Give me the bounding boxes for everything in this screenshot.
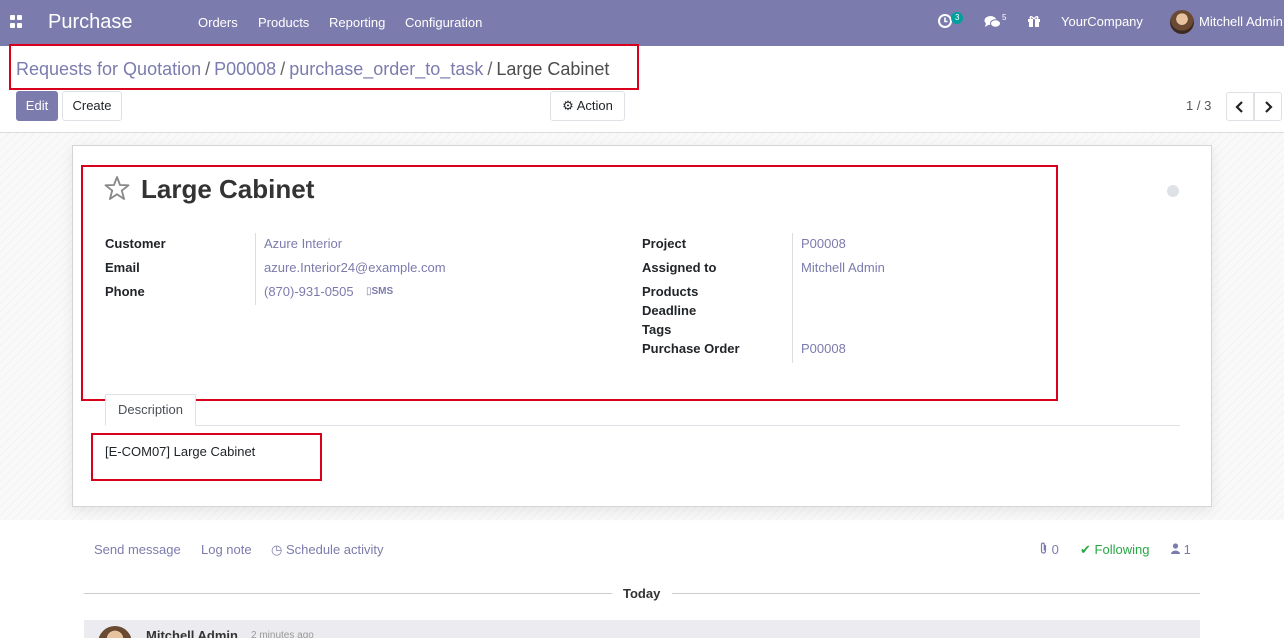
edit-button[interactable]: Edit xyxy=(16,91,58,121)
messages-icon[interactable] xyxy=(984,15,1001,29)
today-divider-right xyxy=(672,593,1200,594)
menu-orders[interactable]: Orders xyxy=(198,15,238,30)
pager-value[interactable]: 1 / 3 xyxy=(1186,98,1211,113)
log-note-button[interactable]: Log note xyxy=(201,542,252,557)
following-button[interactable]: ✔ Following xyxy=(1080,542,1149,558)
company-switcher[interactable]: YourCompany xyxy=(1061,14,1143,29)
highlight-breadcrumb-box xyxy=(9,44,639,90)
menu-products[interactable]: Products xyxy=(258,15,309,30)
pager-next-button[interactable] xyxy=(1254,92,1282,121)
tab-underline xyxy=(105,425,1180,426)
followers-count: 1 xyxy=(1183,542,1191,557)
kanban-state-dot[interactable] xyxy=(1167,185,1179,197)
highlight-description-box xyxy=(91,433,322,481)
check-icon: ✔ xyxy=(1080,542,1091,557)
menu-reporting[interactable]: Reporting xyxy=(329,15,385,30)
user-icon xyxy=(1171,543,1180,554)
user-menu[interactable]: Mitchell Admin xyxy=(1199,14,1283,29)
paperclip-icon xyxy=(1040,542,1047,554)
chevron-right-icon xyxy=(1265,100,1273,113)
pager-previous-button[interactable] xyxy=(1226,92,1254,121)
activity-clock-icon[interactable] xyxy=(938,14,952,28)
message-author[interactable]: Mitchell Admin xyxy=(146,628,238,638)
attachments-count: 0 xyxy=(1051,542,1059,557)
action-button[interactable]: ⚙ Action xyxy=(550,91,625,121)
schedule-activity-button[interactable]: ◷ Schedule activity xyxy=(271,542,384,558)
today-separator: Today xyxy=(623,586,661,601)
tab-description[interactable]: Description xyxy=(105,394,196,426)
today-divider-left xyxy=(84,593,612,594)
user-avatar[interactable] xyxy=(1170,10,1194,34)
menu-configuration[interactable]: Configuration xyxy=(405,15,482,30)
following-label: Following xyxy=(1094,542,1150,557)
highlight-fields-box xyxy=(81,165,1058,401)
attachments-button[interactable]: 0 xyxy=(1039,542,1059,557)
followers-button[interactable]: 1 xyxy=(1171,542,1191,557)
gift-icon[interactable] xyxy=(1027,14,1041,28)
apps-menu-icon[interactable] xyxy=(10,15,23,28)
clock-icon: ◷ xyxy=(271,542,283,557)
gear-icon: ⚙ xyxy=(562,98,574,113)
messages-count: 5 xyxy=(1002,13,1007,22)
send-message-button[interactable]: Send message xyxy=(94,542,181,557)
chevron-left-icon xyxy=(1235,100,1243,113)
schedule-activity-label: Schedule activity xyxy=(285,542,384,557)
action-label: Action xyxy=(576,98,613,113)
app-name[interactable]: Purchase xyxy=(48,11,133,34)
create-button[interactable]: Create xyxy=(62,91,122,121)
message-time: 2 minutes ago xyxy=(251,630,314,638)
top-navbar: Purchase Orders Products Reporting Confi… xyxy=(0,0,1284,46)
activity-count-badge: 3 xyxy=(951,12,964,24)
